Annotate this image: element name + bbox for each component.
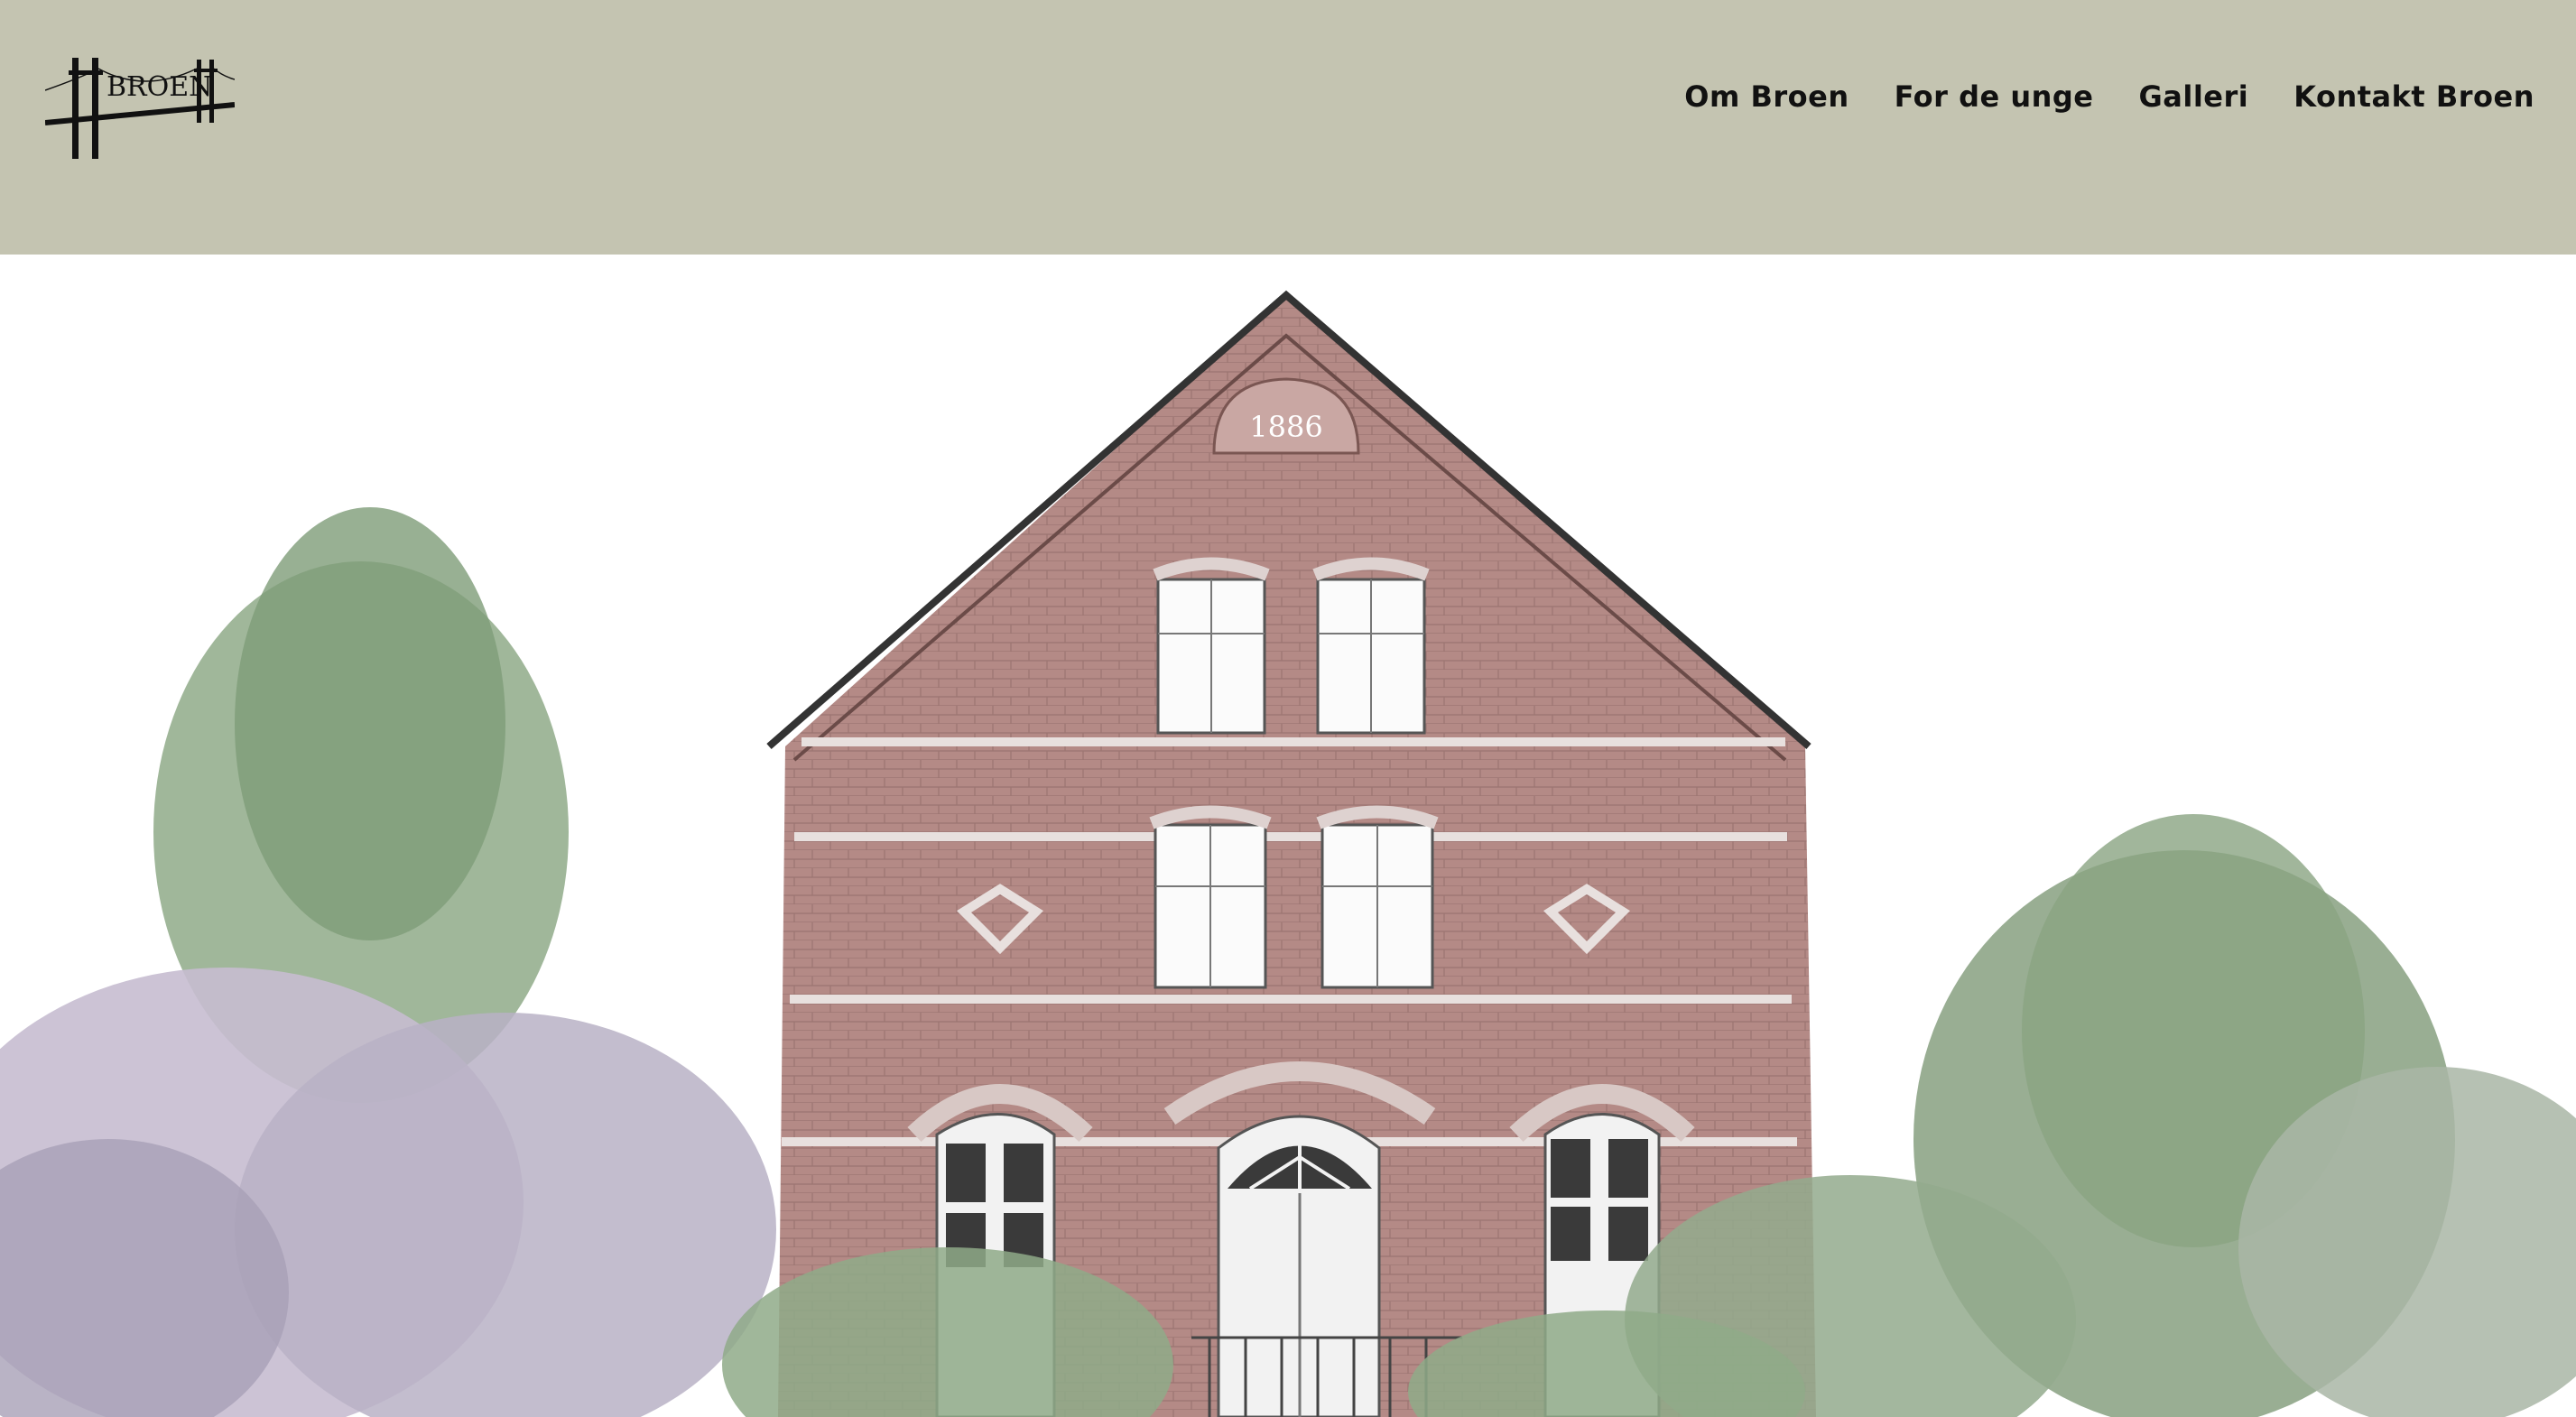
bridge-logo-icon: BROEN: [44, 58, 236, 159]
year-plaque: 1886: [1249, 410, 1322, 444]
nav-item-for-de-unge[interactable]: For de unge: [1895, 79, 2094, 114]
logo-text: BROEN: [107, 71, 212, 103]
building-photo: 1886: [0, 290, 2576, 1417]
site-header: BROEN Om Broen For de unge Galleri Konta…: [0, 0, 2576, 255]
broen-logo[interactable]: BROEN: [44, 52, 236, 166]
main-nav: Om Broen For de unge Galleri Kontakt Bro…: [1684, 79, 2534, 114]
nav-item-kontakt-broen[interactable]: Kontakt Broen: [2293, 79, 2534, 114]
hero-image: 1886: [0, 255, 2576, 1417]
nav-item-om-broen[interactable]: Om Broen: [1684, 79, 1849, 114]
nav-item-galleri[interactable]: Galleri: [2139, 79, 2249, 114]
